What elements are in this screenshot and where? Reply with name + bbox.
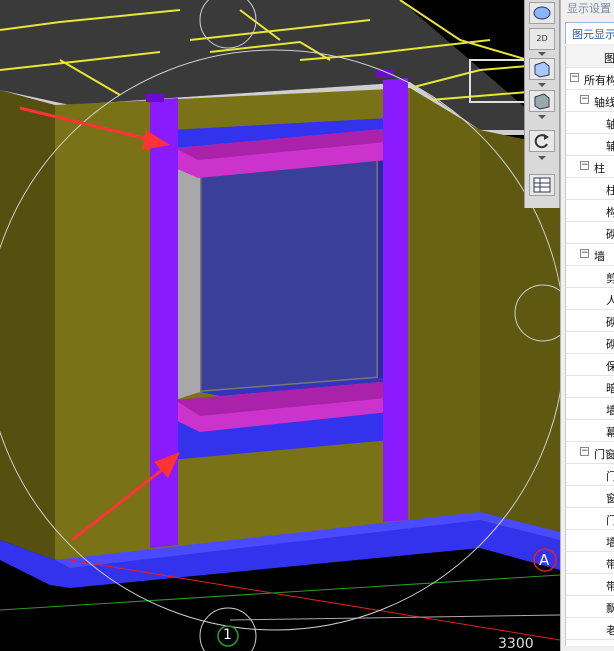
tree-item-label: 剪: [606, 270, 614, 286]
rotate-button[interactable]: [529, 130, 555, 152]
tree-item[interactable]: 老: [566, 618, 614, 640]
tree-item-label: 幕: [606, 424, 614, 440]
grid-icon: [533, 177, 551, 193]
tree-item-label: 轴: [606, 116, 614, 132]
right-wall[interactable]: [410, 88, 480, 535]
view-solid-button[interactable]: [529, 90, 555, 112]
tree-item-label: 砌: [606, 314, 614, 330]
tree-item[interactable]: 带: [566, 552, 614, 574]
view-toolbar: 2D: [524, 0, 560, 208]
tree-item[interactable]: − 柱: [566, 156, 614, 178]
grid-line-red: [69, 559, 560, 641]
tree-item[interactable]: 带: [566, 574, 614, 596]
view-2d-button[interactable]: 2D: [529, 28, 555, 50]
panel-title: 显示设置: [567, 2, 611, 15]
collapse-toggle-icon[interactable]: −: [580, 95, 589, 104]
view-3d-button[interactable]: [529, 58, 555, 80]
chevron-down-icon[interactable]: [538, 156, 546, 160]
tree-item-label: 墙: [594, 250, 605, 263]
tree-item[interactable]: 暗: [566, 376, 614, 398]
tree-item[interactable]: 辅: [566, 134, 614, 156]
tree-item[interactable]: 轴: [566, 112, 614, 134]
tree-item-label: 门: [606, 468, 614, 484]
tree-item-label: 砌: [606, 226, 614, 242]
tree-item-label: 柱: [594, 162, 605, 175]
window-reveal-left: [175, 160, 200, 400]
tab-element-display[interactable]: 图元显示: [565, 22, 614, 44]
tree-item[interactable]: 砌: [566, 222, 614, 244]
layers-button[interactable]: [529, 174, 555, 196]
tree-item-label: 窗: [606, 490, 614, 506]
tree-item[interactable]: 砌: [566, 310, 614, 332]
axis-label-1: 1: [223, 627, 232, 643]
tree-item[interactable]: − 所有构: [566, 68, 614, 90]
chevron-down-icon[interactable]: [538, 115, 546, 119]
tree-item[interactable]: 柱: [566, 178, 614, 200]
tree-item-label: 人: [606, 292, 614, 308]
tree-item[interactable]: 保: [566, 354, 614, 376]
dimension-text: 3300: [498, 636, 534, 651]
display-settings-panel: 显示设置 图元显示 图 −所有构−轴线轴辅−柱柱构砌−墙剪人砌砌保暗墙幕−门窗门…: [560, 0, 614, 651]
3d-viewport[interactable]: A 1 3300: [0, 0, 560, 651]
tree-item-label: 轴线: [594, 96, 614, 109]
right-column[interactable]: [383, 78, 408, 522]
tree-item[interactable]: 墙: [566, 530, 614, 552]
axis-label-a: A: [539, 551, 550, 569]
tree-item-label: 保: [606, 358, 614, 374]
model-canvas[interactable]: [0, 0, 560, 651]
tree-item[interactable]: 窗: [566, 486, 614, 508]
tree-item-label: 柱: [606, 182, 614, 198]
tree-item[interactable]: 剪: [566, 266, 614, 288]
tree-item[interactable]: 幕: [566, 420, 614, 442]
tree-item[interactable]: − 轴线: [566, 90, 614, 112]
sphere-icon: [533, 6, 551, 20]
left-column-cap: [146, 94, 164, 102]
tree-item[interactable]: − 墙: [566, 244, 614, 266]
grid-line-white: [229, 614, 560, 621]
chevron-down-icon[interactable]: [538, 52, 546, 56]
rotate-icon: [534, 134, 549, 149]
solid-cube-icon: [534, 93, 550, 110]
tree-item-label: 带: [606, 578, 614, 594]
cube-icon: [534, 61, 550, 78]
tree-item-label: 砌: [606, 336, 614, 352]
tree-item-label: 墙: [606, 534, 614, 550]
tree-item[interactable]: 砌: [566, 332, 614, 354]
tree-item-label: 飘: [606, 600, 614, 616]
collapse-toggle-icon[interactable]: −: [570, 73, 579, 82]
tree-item[interactable]: 门: [566, 508, 614, 530]
tree-item[interactable]: 门: [566, 464, 614, 486]
tree-item-label: 构: [606, 204, 614, 220]
tree-item[interactable]: − 门窗: [566, 442, 614, 464]
tree-item-label: 墙: [606, 402, 614, 418]
tree-item[interactable]: 构: [566, 200, 614, 222]
collapse-toggle-icon[interactable]: −: [580, 447, 589, 456]
collapse-toggle-icon[interactable]: −: [580, 249, 589, 258]
tree-item[interactable]: 墙: [566, 398, 614, 420]
tree-item-label: 暗: [606, 380, 614, 396]
tree-item-label: 门窗: [594, 448, 614, 461]
window-glass[interactable]: [198, 148, 380, 394]
tree-item[interactable]: 飘: [566, 596, 614, 618]
tree-item[interactable]: 人: [566, 288, 614, 310]
element-tree[interactable]: 图 −所有构−轴线轴辅−柱柱构砌−墙剪人砌砌保暗墙幕−门窗门窗门墙带带飘老: [565, 46, 614, 646]
left-column[interactable]: [150, 98, 178, 548]
chevron-down-icon[interactable]: [538, 83, 546, 87]
tree-item-label: 老: [606, 622, 614, 638]
orbit-view-button[interactable]: [529, 2, 555, 24]
collapse-toggle-icon[interactable]: −: [580, 161, 589, 170]
tree-item-label: 门: [606, 512, 614, 528]
tree-item-label: 辅: [606, 138, 614, 154]
tree-item-label: 带: [606, 556, 614, 572]
tree-item-label: 所有构: [584, 74, 614, 87]
tree-header: 图: [566, 46, 614, 68]
